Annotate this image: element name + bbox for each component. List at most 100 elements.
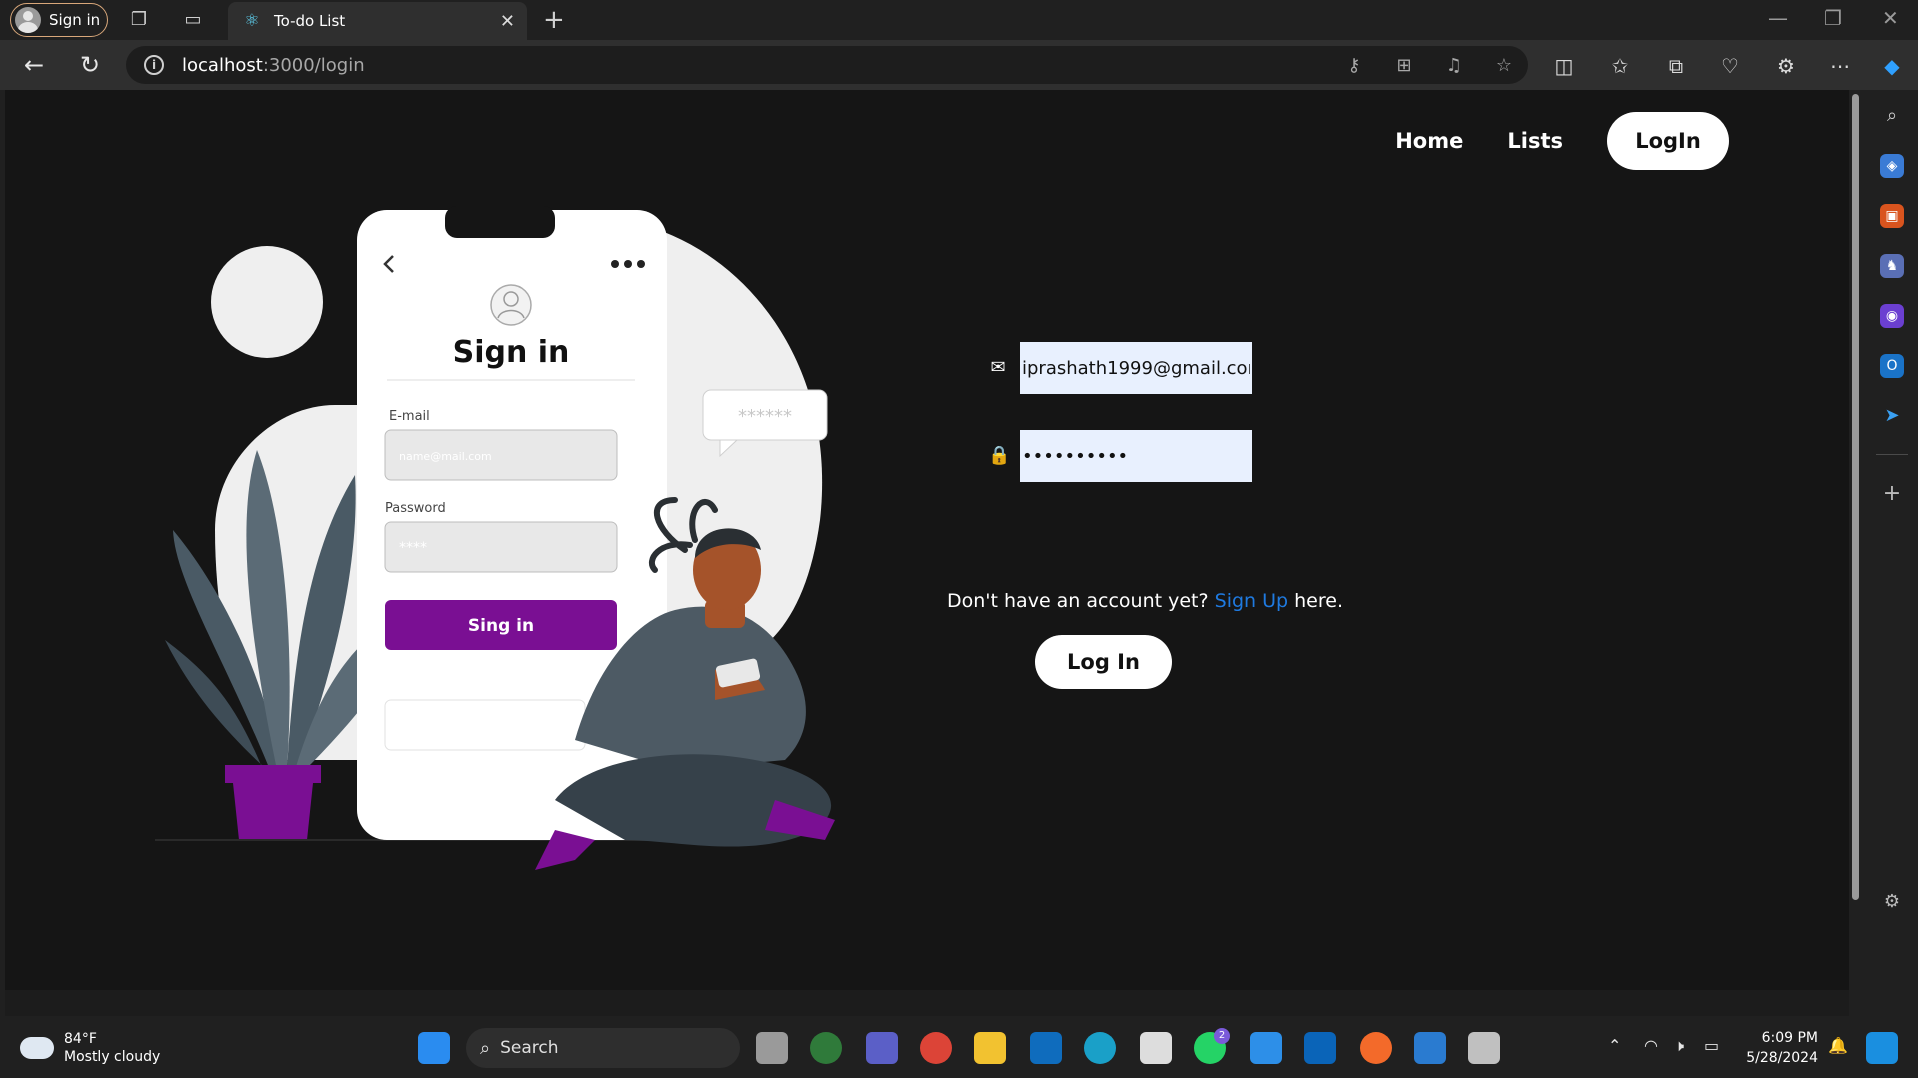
clock-time: 6:09 PM (1761, 1030, 1818, 1046)
vscode-icon[interactable] (1250, 1032, 1282, 1064)
phone-password-label: Password (385, 501, 446, 516)
phone-heading: Sign in (453, 335, 570, 370)
login-button[interactable]: Log In (1035, 635, 1172, 689)
avatar-icon (15, 7, 41, 33)
taskbar-search[interactable]: ⌕ Search (466, 1028, 740, 1068)
close-tab-icon[interactable]: ✕ (500, 11, 515, 32)
task-view-icon[interactable] (756, 1032, 788, 1064)
file-explorer-icon[interactable] (974, 1032, 1006, 1064)
system-clock[interactable]: 6:09 PM 5/28/2024 (1728, 1028, 1818, 1068)
page-scrollbar[interactable] (1852, 94, 1859, 900)
close-window-icon[interactable]: ✕ (1882, 6, 1899, 30)
signup-suffix: here. (1288, 590, 1343, 612)
profile-button[interactable]: Sign in (10, 3, 108, 37)
teams-icon[interactable] (866, 1032, 898, 1064)
cloudy-weather-icon (20, 1029, 54, 1059)
snipping-tool-icon[interactable] (1468, 1032, 1500, 1064)
wifi-icon[interactable]: ◠ (1644, 1036, 1658, 1055)
favorites-icon[interactable]: ✩ (1606, 52, 1634, 80)
drop-send-icon[interactable]: ➤ (1880, 404, 1904, 428)
tab-todo-list[interactable]: ⚛ To-do List ✕ (228, 2, 527, 40)
workspaces-icon[interactable]: ❐ (128, 9, 150, 31)
weather-condition: Mostly cloudy (64, 1049, 161, 1065)
search-icon: ⌕ (480, 1037, 491, 1059)
top-navigation: Home Lists LogIn (1395, 112, 1729, 170)
url-host: localhost (182, 54, 263, 76)
sidebar-divider (1876, 454, 1908, 455)
tools-briefcase-icon[interactable]: ▣ (1880, 204, 1904, 228)
start-windows-icon[interactable] (418, 1032, 450, 1064)
shopping-tag-icon[interactable]: ◈ (1880, 154, 1904, 178)
mongodb-compass-icon[interactable] (810, 1032, 842, 1064)
show-hidden-icons-icon[interactable]: ⌃ (1608, 1036, 1621, 1055)
taskbar-search-label: Search (500, 1038, 559, 1058)
decor-circle (211, 246, 323, 358)
new-tab-icon[interactable]: + (543, 5, 565, 35)
page-bottom-strip (5, 990, 1849, 1016)
sign-in-illustration: Sign in E-mail name@mail.com Password **… (155, 206, 835, 870)
browser-toolbar: ← ↻ i localhost:3000/login ⚷ ⊞ ♫ ☆ ◫ ✩ ⧉… (0, 40, 1918, 90)
back-icon[interactable]: ← (18, 49, 50, 81)
phone-email-label: E-mail (389, 409, 430, 424)
outlook-taskbar-icon[interactable] (1030, 1032, 1062, 1064)
phone-avatar-icon (490, 284, 532, 326)
bubble-mask-text: ****** (738, 406, 792, 427)
password-input[interactable] (1020, 430, 1252, 482)
copilot-taskbar-icon[interactable] (1866, 1032, 1898, 1064)
minimize-icon[interactable]: — (1768, 6, 1788, 30)
apps-icon[interactable]: ⊞ (1392, 54, 1416, 78)
add-sidebar-app-icon[interactable]: + (1880, 482, 1904, 506)
notification-bell-icon[interactable]: 🔔 (1828, 1036, 1848, 1055)
read-aloud-icon[interactable]: ♫ (1442, 54, 1466, 78)
weather-temperature: 84°F (64, 1031, 97, 1047)
sidebar-settings-icon[interactable]: ⚙ (1880, 890, 1904, 914)
favorite-star-icon[interactable]: ☆ (1492, 54, 1516, 78)
phone-email-placeholder: name@mail.com (399, 450, 492, 463)
nav-login-button[interactable]: LogIn (1607, 112, 1729, 170)
chrome-icon[interactable] (920, 1032, 952, 1064)
notepad-icon[interactable] (1414, 1032, 1446, 1064)
profile-label: Sign in (49, 11, 101, 29)
react-favicon-icon: ⚛ (244, 11, 260, 31)
more-menu-icon[interactable]: ⋯ (1826, 52, 1854, 80)
sidebar-search-icon[interactable]: ⌕ (1880, 104, 1904, 128)
edge-icon[interactable] (1084, 1032, 1116, 1064)
microsoft365-icon[interactable]: ◉ (1880, 304, 1904, 328)
collections-icon[interactable]: ⧉ (1662, 52, 1690, 80)
volume-muted-icon[interactable]: 🕨 (1674, 1036, 1684, 1056)
key-icon[interactable]: ⚷ (1342, 54, 1366, 78)
signup-link[interactable]: Sign Up (1215, 590, 1288, 612)
site-info-icon[interactable]: i (144, 55, 164, 75)
refresh-icon[interactable]: ↻ (74, 49, 106, 81)
phone-signin-button-label: Sing in (468, 616, 534, 636)
weather-widget[interactable]: 84°F Mostly cloudy (20, 1029, 161, 1066)
split-screen-icon[interactable]: ◫ (1550, 52, 1578, 80)
store-icon[interactable] (1140, 1032, 1172, 1064)
password-row: 🔒 (988, 430, 1252, 482)
copilot-icon[interactable]: ◆ (1878, 52, 1906, 80)
edge-sidebar: ⌕ ◈ ▣ ♞ ◉ O ➤ + ⚙ (1866, 90, 1918, 1018)
signup-prompt: Don't have an account yet? Sign Up here. (947, 590, 1343, 612)
nav-home[interactable]: Home (1395, 129, 1463, 153)
games-icon[interactable]: ♞ (1880, 254, 1904, 278)
lock-icon: 🔒 (988, 445, 1011, 466)
outlook-icon[interactable]: O (1880, 354, 1904, 378)
battery-icon[interactable]: ▭ (1704, 1036, 1719, 1055)
browser-essentials-icon[interactable]: ♡ (1716, 52, 1744, 80)
tab-title: To-do List (274, 12, 346, 30)
whatsapp-badge: 2 (1214, 1028, 1230, 1044)
outlook-new-icon[interactable] (1304, 1032, 1336, 1064)
nav-lists[interactable]: Lists (1507, 129, 1563, 153)
phone-password-mask: **** (399, 540, 427, 556)
extensions-icon[interactable]: ⚙ (1772, 52, 1800, 80)
address-bar[interactable]: i localhost:3000/login ⚷ ⊞ ♫ ☆ (126, 46, 1528, 84)
clock-date: 5/28/2024 (1746, 1050, 1818, 1066)
windows-taskbar: 84°F Mostly cloudy ⌕ Search 2 ⌃ ◠ 🕨 ▭ 6:… (0, 1018, 1918, 1078)
envelope-icon: ✉ (990, 357, 1006, 378)
postman-icon[interactable] (1360, 1032, 1392, 1064)
email-input[interactable] (1020, 342, 1252, 394)
url-path: :3000/login (262, 54, 365, 76)
email-row: ✉ (988, 342, 1252, 394)
restore-icon[interactable]: ❐ (1824, 6, 1842, 30)
tab-actions-icon[interactable]: ▭ (182, 9, 204, 31)
